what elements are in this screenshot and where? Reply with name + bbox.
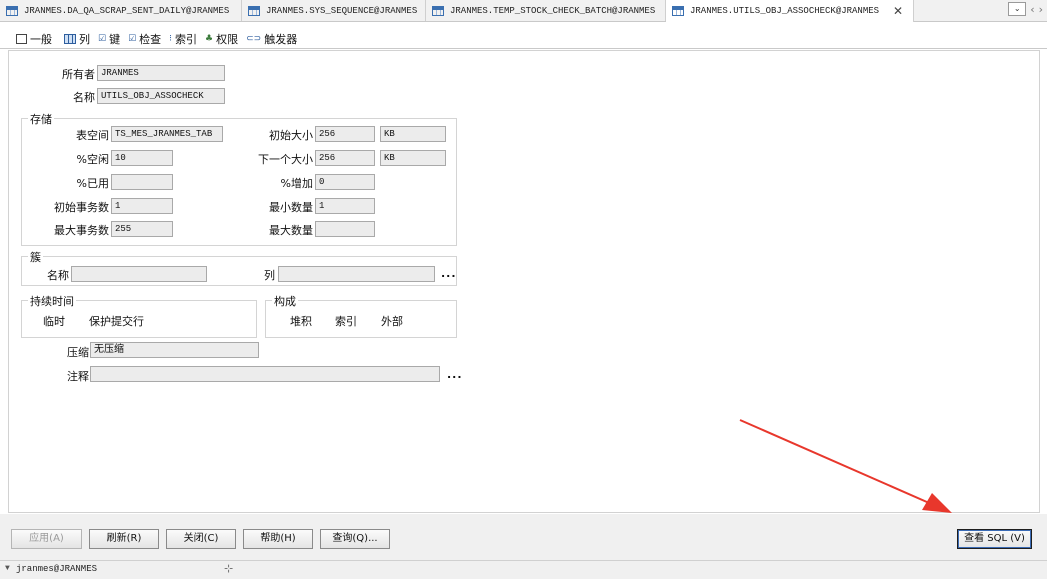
keys-icon: ☑ (98, 34, 107, 44)
cluster-columns-field[interactable] (278, 266, 435, 282)
max-transactions-label: 最大事务数 (54, 224, 109, 237)
checks-icon: ☑ (128, 34, 137, 44)
chevron-left-icon[interactable]: ‹ (1030, 3, 1034, 16)
apply-button[interactable]: 应用(A) (11, 529, 82, 549)
comment-browse-button[interactable]: ... (447, 368, 463, 381)
max-extents-field[interactable] (315, 221, 375, 237)
tab-navigation: ⌄ ‹ › (1008, 2, 1043, 16)
triggers-icon: ⊂⊃ (246, 34, 262, 44)
table-icon (672, 6, 684, 16)
close-tab-icon[interactable]: ✕ (893, 4, 903, 18)
compress-label: 压缩 (67, 346, 89, 359)
tab-columns-label: 列 (79, 33, 90, 46)
tab-indexes-label: 索引 (175, 33, 198, 46)
indexes-icon: ⁝ (169, 34, 173, 44)
min-extents-label: 最小数量 (269, 201, 313, 214)
tab-keys-label: 键 (109, 33, 121, 46)
name-label: 名称 (73, 91, 95, 104)
doc-tab-label: JRANMES.DA_QA_SCRAP_SENT_DAILY@JRANMES (24, 5, 230, 16)
section-tab-divider (0, 48, 1047, 49)
refresh-button[interactable]: 刷新(R) (89, 529, 159, 549)
doc-tab-sys-sequence[interactable]: JRANMES.SYS_SEQUENCE@JRANMES (242, 0, 426, 21)
pct-increase-label: %增加 (280, 177, 313, 190)
storage-group-title: 存储 (28, 111, 54, 127)
status-bar: ▼ jranmes@JRANMES ⊹ (0, 560, 1047, 579)
chevron-right-icon[interactable]: › (1039, 3, 1043, 16)
comment-field[interactable] (90, 366, 440, 382)
tab-general[interactable]: 一般 (12, 29, 56, 49)
help-button[interactable]: 帮助(H) (243, 529, 313, 549)
initial-size-unit[interactable]: KB (380, 126, 446, 142)
organization-index-option[interactable]: 索引 (335, 313, 357, 329)
tab-triggers[interactable]: ⊂⊃ 触发器 (242, 29, 301, 49)
pct-free-label: %空闲 (76, 153, 109, 166)
doc-tab-label: JRANMES.UTILS_OBJ_ASSOCHECK@JRANMES (690, 6, 880, 16)
tablespace-label: 表空间 (76, 129, 109, 142)
dropdown-arrow-icon[interactable]: ▼ (5, 564, 10, 573)
owner-label: 所有者 (62, 68, 95, 81)
compress-select[interactable]: 无压缩 (90, 342, 259, 358)
tab-privileges-label: 权限 (216, 33, 239, 46)
duration-preserve-rows-option[interactable]: 保护提交行 (89, 313, 144, 329)
owner-field[interactable]: JRANMES (97, 65, 225, 81)
section-tab-bar: 一般 列 ☑ 键 ☑ 检查 ⁝ 索引 ♣ 权限 ⊂⊃ 触发器 (0, 27, 301, 49)
tab-indexes[interactable]: ⁝ 索引 (165, 29, 201, 49)
doc-tab-label: JRANMES.TEMP_STOCK_CHECK_BATCH@JRANMES (450, 5, 656, 16)
next-size-field[interactable]: 256 (315, 150, 375, 166)
tab-list-dropdown-icon[interactable]: ⌄ (1008, 2, 1027, 16)
cluster-columns-browse-button[interactable]: ... (441, 267, 457, 280)
next-size-unit[interactable]: KB (380, 150, 446, 166)
connection-status[interactable]: jranmes@JRANMES (16, 564, 97, 574)
cluster-group-title: 簇 (28, 249, 43, 265)
max-extents-label: 最大数量 (269, 224, 313, 237)
cluster-columns-label: 列 (264, 269, 275, 282)
privileges-icon: ♣ (205, 34, 214, 44)
comment-label: 注释 (67, 370, 89, 383)
tab-general-label: 一般 (30, 33, 52, 46)
table-icon (6, 5, 18, 16)
table-icon (432, 5, 444, 16)
organization-group-title: 构成 (272, 293, 298, 309)
pct-used-label: %已用 (76, 177, 109, 190)
duration-group-title: 持续时间 (28, 293, 76, 309)
document-tab-bar: JRANMES.DA_QA_SCRAP_SENT_DAILY@JRANMES J… (0, 0, 1047, 22)
organization-external-option[interactable]: 外部 (381, 313, 403, 329)
initial-transactions-label: 初始事务数 (54, 201, 109, 214)
min-extents-field[interactable]: 1 (315, 198, 375, 214)
initial-transactions-field[interactable]: 1 (111, 198, 173, 214)
view-sql-button[interactable]: 查看 SQL (V) (957, 529, 1032, 549)
doc-tab-label: JRANMES.SYS_SEQUENCE@JRANMES (266, 5, 418, 16)
pin-icon[interactable]: ⊹ (224, 562, 233, 576)
tab-checks-label: 检查 (139, 33, 162, 46)
tab-triggers-label: 触发器 (264, 33, 298, 46)
dialog-button-bar: 应用(A) 刷新(R) 关闭(C) 帮助(H) 查询(Q)... 查看 SQL … (0, 514, 1047, 560)
tab-checks[interactable]: ☑ 检查 (124, 29, 165, 49)
doc-tab-utils-obj-assocheck[interactable]: JRANMES.UTILS_OBJ_ASSOCHECK@JRANMES ✕ (666, 0, 914, 22)
tab-columns[interactable]: 列 (60, 29, 94, 49)
initial-size-field[interactable]: 256 (315, 126, 375, 142)
cluster-name-label: 名称 (47, 269, 69, 282)
initial-size-label: 初始大小 (269, 129, 313, 142)
pct-used-field[interactable] (111, 174, 173, 190)
close-button[interactable]: 关闭(C) (166, 529, 236, 549)
name-field[interactable]: UTILS_OBJ_ASSOCHECK (97, 88, 225, 104)
next-size-label: 下一个大小 (258, 153, 313, 166)
query-button[interactable]: 查询(Q)... (320, 529, 390, 549)
duration-temporary-option[interactable]: 临时 (43, 313, 65, 329)
organization-heap-option[interactable]: 堆积 (290, 313, 312, 329)
pct-increase-field[interactable]: 0 (315, 174, 375, 190)
general-panel: 所有者 JRANMES 名称 UTILS_OBJ_ASSOCHECK 存储 表空… (8, 50, 1040, 513)
doc-tab-temp-stock-check-batch[interactable]: JRANMES.TEMP_STOCK_CHECK_BATCH@JRANMES (426, 0, 666, 21)
pct-free-field[interactable]: 10 (111, 150, 173, 166)
tab-keys[interactable]: ☑ 键 (94, 29, 124, 49)
general-icon (16, 34, 27, 44)
tab-privileges[interactable]: ♣ 权限 (201, 29, 242, 49)
cluster-name-field[interactable] (71, 266, 207, 282)
max-transactions-field[interactable]: 255 (111, 221, 173, 237)
tablespace-field[interactable]: TS_MES_JRANMES_TAB (111, 126, 223, 142)
columns-icon (64, 34, 76, 44)
table-icon (248, 5, 260, 16)
doc-tab-da-qa-scrap-sent-daily[interactable]: JRANMES.DA_QA_SCRAP_SENT_DAILY@JRANMES (0, 0, 242, 21)
